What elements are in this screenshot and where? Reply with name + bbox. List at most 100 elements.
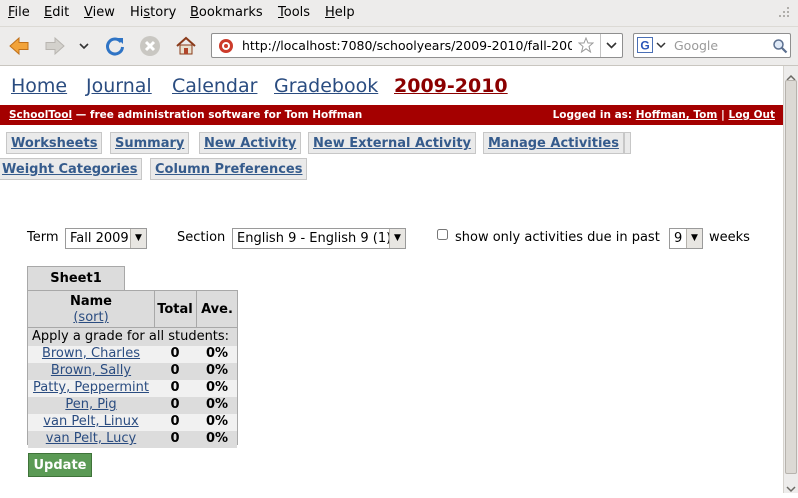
- search-input[interactable]: [674, 37, 770, 53]
- nav-schoolyear-2009-2010[interactable]: 2009-2010: [394, 75, 508, 97]
- subnav-summary[interactable]: Summary: [110, 132, 190, 154]
- nav-calendar[interactable]: Calendar: [172, 75, 257, 97]
- student-average: 0%: [205, 431, 229, 446]
- brand-line: SchoolTool — free administration softwar…: [9, 109, 362, 121]
- table-row: Brown, Sally 0 0%: [28, 363, 237, 380]
- scroll-thumb[interactable]: [785, 80, 797, 474]
- table-row: Patty, Peppermint 0 0%: [28, 380, 237, 397]
- name-header: Name: [69, 294, 112, 309]
- logout-link[interactable]: Log Out: [729, 109, 776, 121]
- separator: |: [721, 109, 725, 121]
- forward-icon[interactable]: [42, 33, 68, 59]
- subnav-manage-activities[interactable]: Manage Activities: [483, 132, 624, 154]
- url-dropdown-icon[interactable]: [600, 34, 622, 57]
- header-bar: SchoolTool — free administration softwar…: [0, 105, 783, 125]
- term-label: Term: [27, 230, 59, 245]
- weeks-select[interactable]: 9 ▼: [669, 228, 703, 249]
- menu-history[interactable]: History: [130, 5, 176, 20]
- student-name-link[interactable]: Patty, Peppermint: [28, 380, 154, 395]
- subnav-worksheets[interactable]: Worksheets: [6, 132, 103, 154]
- update-button[interactable]: Update: [28, 453, 92, 477]
- term-select-value: Fall 2009: [70, 231, 129, 246]
- menu-file[interactable]: File: [8, 5, 30, 20]
- subnav-divider: [624, 132, 631, 154]
- apply-all-label: Apply a grade for all students:: [32, 329, 230, 344]
- grid-header: Name (sort) Total Ave.: [28, 291, 237, 328]
- menu-bookmarks[interactable]: Bookmarks: [190, 5, 263, 20]
- student-name-link[interactable]: Brown, Charles: [28, 346, 154, 361]
- student-total: 0: [170, 380, 180, 395]
- nav-gradebook[interactable]: Gradebook: [274, 75, 378, 97]
- table-row: van Pelt, Linux 0 0%: [28, 414, 237, 431]
- apply-all-row: Apply a grade for all students:: [28, 328, 237, 346]
- subnav-new-external-activity[interactable]: New External Activity: [308, 132, 477, 154]
- vertical-scrollbar[interactable]: [783, 66, 798, 493]
- student-average: 0%: [205, 363, 229, 378]
- table-row: Pen, Pig 0 0%: [28, 397, 237, 414]
- user-link[interactable]: Hoffman, Tom: [636, 109, 718, 121]
- brand-link[interactable]: SchoolTool: [9, 109, 72, 121]
- search-engine-icon[interactable]: G: [637, 37, 669, 54]
- chevron-down-icon: ▼: [130, 229, 146, 248]
- section-select[interactable]: English 9 - English 9 (1) ▼: [232, 228, 406, 249]
- table-row: Brown, Charles 0 0%: [28, 346, 237, 363]
- site-identity-icon[interactable]: [218, 38, 234, 54]
- section-label: Section: [177, 230, 226, 245]
- tab-sheet1[interactable]: Sheet1: [27, 266, 125, 290]
- tagline: — free administration software for Tom H…: [72, 109, 363, 121]
- weeks-label: weeks: [709, 230, 750, 245]
- chevron-down-icon: ▼: [389, 229, 405, 248]
- history-dropdown-icon[interactable]: [76, 33, 92, 59]
- sort-link[interactable]: (sort): [28, 310, 154, 325]
- student-name-link[interactable]: van Pelt, Linux: [28, 414, 154, 429]
- scroll-down-icon[interactable]: [786, 479, 796, 493]
- page-content: Home Journal Calendar Gradebook 2009-201…: [0, 66, 783, 493]
- back-icon[interactable]: [6, 33, 32, 59]
- menu-bar: File Edit View History Bookmarks Tools H…: [0, 0, 798, 27]
- url-text[interactable]: http://localhost:7080/schoolyears/2009-2…: [242, 38, 572, 53]
- ave-header: Ave.: [201, 302, 233, 317]
- term-select[interactable]: Fall 2009 ▼: [65, 228, 147, 249]
- search-icon[interactable]: [772, 38, 788, 54]
- student-name-link[interactable]: Pen, Pig: [28, 397, 154, 412]
- gradebook-grid: Name (sort) Total Ave. Apply a grade for…: [27, 290, 238, 448]
- student-total: 0: [170, 346, 180, 361]
- stop-icon[interactable]: [137, 33, 163, 59]
- navigation-toolbar: http://localhost:7080/schoolyears/2009-2…: [0, 27, 798, 66]
- home-icon[interactable]: [173, 33, 199, 59]
- reload-icon[interactable]: [102, 33, 128, 59]
- due-filter-checkbox[interactable]: [437, 229, 448, 240]
- menu-tools[interactable]: Tools: [278, 5, 310, 20]
- student-total: 0: [170, 431, 180, 446]
- menu-help[interactable]: Help: [325, 5, 355, 20]
- due-filter-label: show only activities due in past: [455, 230, 660, 245]
- nav-journal[interactable]: Journal: [86, 75, 152, 97]
- subnav-column-preferences[interactable]: Column Preferences: [150, 158, 308, 180]
- nav-home[interactable]: Home: [11, 75, 67, 97]
- url-bar[interactable]: http://localhost:7080/schoolyears/2009-2…: [211, 33, 623, 58]
- student-average: 0%: [205, 380, 229, 395]
- student-total: 0: [170, 414, 180, 429]
- scroll-up-icon[interactable]: [786, 68, 796, 81]
- student-average: 0%: [205, 346, 229, 361]
- student-total: 0: [170, 363, 180, 378]
- table-row: van Pelt, Lucy 0 0%: [28, 431, 237, 448]
- student-name-link[interactable]: Brown, Sally: [28, 363, 154, 378]
- chevron-down-icon: ▼: [686, 229, 702, 248]
- total-header: Total: [157, 302, 193, 317]
- section-select-value: English 9 - English 9 (1): [237, 231, 392, 246]
- subnav-weight-categories[interactable]: Weight Categories: [0, 158, 143, 180]
- student-name-link[interactable]: van Pelt, Lucy: [28, 431, 154, 446]
- window-resize-icon: [778, 6, 790, 18]
- login-status: Logged in as: Hoffman, Tom | Log Out: [553, 109, 775, 121]
- bookmark-star-icon[interactable]: [577, 36, 595, 54]
- logged-in-label: Logged in as:: [552, 109, 633, 121]
- menu-edit[interactable]: Edit: [44, 5, 69, 20]
- subnav-new-activity[interactable]: New Activity: [199, 132, 302, 154]
- menu-view[interactable]: View: [84, 5, 115, 20]
- search-box[interactable]: G: [633, 33, 791, 58]
- student-average: 0%: [205, 397, 229, 412]
- student-total: 0: [170, 397, 180, 412]
- svg-text:G: G: [640, 39, 649, 53]
- weeks-select-value: 9: [674, 231, 683, 246]
